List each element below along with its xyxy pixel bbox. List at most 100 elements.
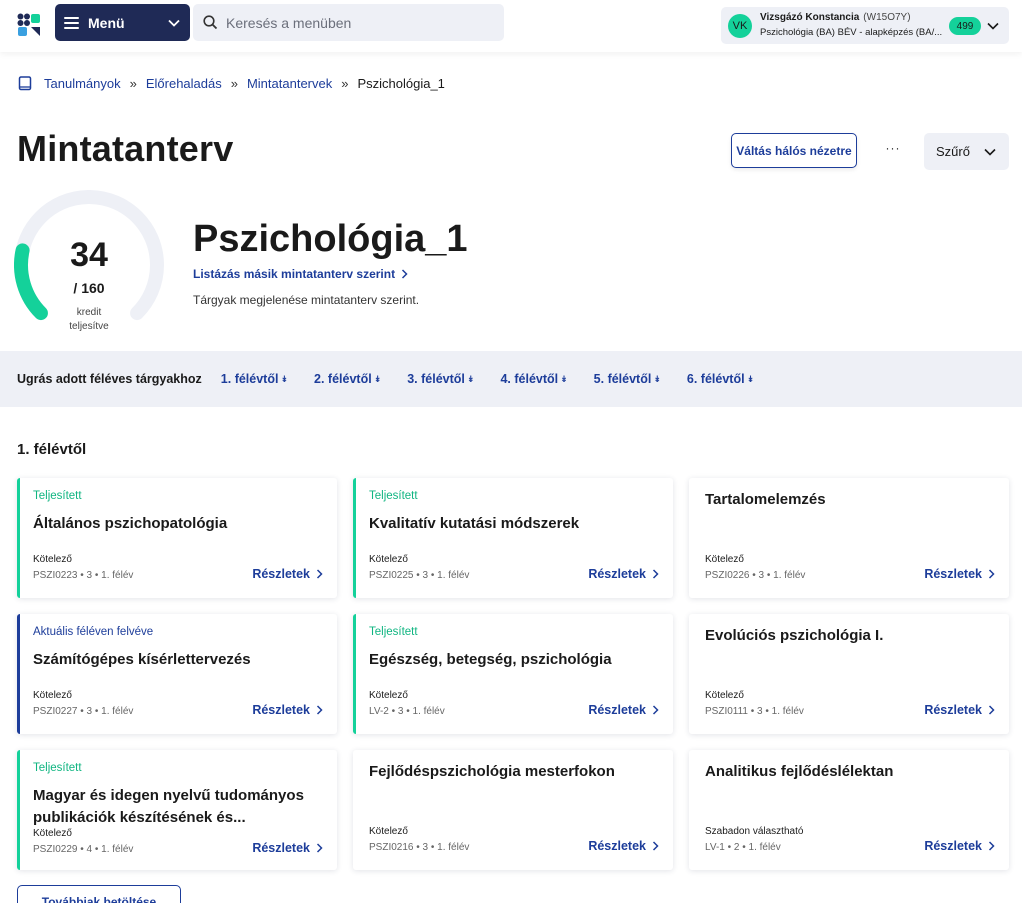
credit-caption: kredit — [76, 307, 102, 318]
chevron-right-icon — [402, 269, 408, 279]
course-meta: LV-2 • 3 • 1. félév — [369, 706, 445, 717]
details-label: Részletek — [924, 567, 982, 581]
jump-link-label: 6. félévtől — [686, 372, 745, 386]
course-meta: PSZI0227 • 3 • 1. félév — [33, 706, 134, 717]
details-link[interactable]: Részletek — [588, 703, 659, 717]
jump-link-semester-4[interactable]: 4. félévtől ↡ — [500, 372, 567, 386]
details-label: Részletek — [252, 703, 310, 717]
breadcrumb-current: Pszichológia_1 — [357, 76, 445, 91]
course-card[interactable]: Fejlődéspszichológia mesterfokon Kötelez… — [353, 750, 673, 870]
details-label: Részletek — [924, 703, 982, 717]
load-more-button[interactable]: Továbbiak betöltése — [17, 885, 181, 903]
breadcrumb-separator: » — [230, 76, 238, 91]
double-chevron-down-icon: ↡ — [560, 373, 568, 384]
grid-view-button[interactable]: Váltás hálós nézetre — [731, 133, 857, 168]
details-link[interactable]: Részletek — [924, 567, 995, 581]
switch-plan-link[interactable]: Listázás másik mintatanterv szerint — [193, 267, 408, 281]
details-link[interactable]: Részletek — [588, 839, 659, 853]
details-link[interactable]: Részletek — [252, 567, 323, 581]
credit-caption-status: teljesítve — [69, 321, 109, 332]
chevron-right-icon — [316, 569, 323, 579]
notification-badge[interactable]: 499 — [949, 17, 981, 35]
course-title: Analitikus fejlődéslélektan — [705, 763, 894, 780]
user-menu[interactable]: VK Vizsgázó Konstancia (W15O7Y) Pszicholó… — [721, 7, 1009, 44]
details-link[interactable]: Részletek — [252, 703, 323, 717]
course-title: Általános pszichopatológia — [33, 515, 228, 532]
breadcrumb: Tanulmányok » Előrehaladás » Mintatanter… — [18, 76, 445, 91]
double-chevron-down-icon: ↡ — [280, 373, 289, 384]
details-label: Részletek — [588, 567, 646, 581]
double-chevron-down-icon: ↡ — [466, 373, 475, 384]
menu-search[interactable] — [193, 4, 504, 41]
breadcrumb-link-elorehaladas[interactable]: Előrehaladás — [146, 76, 222, 91]
details-link[interactable]: Részletek — [924, 703, 995, 717]
breadcrumb-link-mintatantervek[interactable]: Mintatantervek — [247, 76, 332, 91]
jump-link-semester-6[interactable]: 6. félévtől ↡ — [687, 372, 754, 386]
breadcrumb-link-tanulmanyok[interactable]: Tanulmányok — [44, 76, 121, 91]
details-label: Részletek — [252, 567, 310, 581]
hamburger-icon — [64, 16, 79, 29]
jump-link-semester-3[interactable]: 3. félévtől ↡ — [407, 372, 474, 386]
course-title: Egészség, betegség, pszichológia — [369, 651, 612, 668]
chevron-right-icon — [316, 705, 323, 715]
jump-link-label: 1. félévtől — [220, 372, 279, 386]
chevron-right-icon — [988, 705, 995, 715]
course-status: Teljesített — [369, 626, 418, 638]
plan-title: Pszichológia_1 — [193, 218, 468, 260]
course-meta: PSZI0111 • 3 • 1. félév — [705, 706, 804, 717]
details-link[interactable]: Részletek — [252, 841, 323, 855]
more-options-button[interactable]: ··· — [880, 138, 906, 158]
details-link[interactable]: Részletek — [924, 839, 995, 853]
course-title: Evolúciós pszichológia I. — [705, 627, 884, 644]
course-meta: LV-1 • 2 • 1. félév — [705, 842, 781, 853]
course-card[interactable]: Aktuális féléven felvéve Számítógépes kí… — [17, 614, 337, 734]
breadcrumb-separator: » — [129, 76, 137, 91]
course-card[interactable]: Teljesített Magyar és idegen nyelvű tudo… — [17, 750, 337, 870]
chevron-right-icon — [988, 841, 995, 851]
details-label: Részletek — [588, 703, 646, 717]
user-name-line: Vizsgázó Konstancia (W15O7Y) — [760, 12, 911, 23]
search-input[interactable] — [226, 14, 486, 31]
user-name: Vizsgázó Konstancia — [760, 12, 860, 23]
chevron-down-icon[interactable] — [986, 19, 1000, 33]
course-card[interactable]: Analitikus fejlődéslélektan Szabadon vál… — [689, 750, 1009, 870]
course-card[interactable]: Teljesített Kvalitatív kutatási módszere… — [353, 478, 673, 598]
details-label: Részletek — [588, 839, 646, 853]
jump-link-semester-1[interactable]: 1. félévtől ↡ — [221, 372, 288, 386]
course-card[interactable]: Tartalomelemzés Kötelező PSZI0226 • 3 • … — [689, 478, 1009, 598]
switch-plan-label: Listázás másik mintatanterv szerint — [193, 267, 396, 281]
book-icon — [18, 76, 32, 91]
course-title: Magyar és idegen nyelvű tudományos publi… — [33, 787, 304, 826]
user-program: Pszichológia (BA) BÉV - alapképzés (BA/.… — [760, 27, 943, 38]
course-type: Kötelező — [33, 690, 72, 701]
chevron-down-icon — [168, 19, 180, 27]
app-logo-icon[interactable] — [17, 13, 43, 39]
details-link[interactable]: Részletek — [588, 567, 659, 581]
course-card[interactable]: Teljesített Általános pszichopatológia K… — [17, 478, 337, 598]
course-type: Szabadon választható — [705, 826, 804, 837]
avatar: VK — [728, 14, 752, 38]
course-meta: PSZI0223 • 3 • 1. félév — [33, 570, 134, 581]
menu-button[interactable]: Menü — [55, 4, 190, 41]
course-status: Aktuális féléven felvéve — [33, 626, 154, 638]
search-icon — [203, 15, 218, 30]
course-card[interactable]: Teljesített Egészség, betegség, pszichol… — [353, 614, 673, 734]
course-type: Kötelező — [369, 826, 408, 837]
course-type: Kötelező — [705, 554, 744, 565]
course-status: Teljesített — [33, 762, 82, 774]
credit-value: 34 — [70, 236, 108, 274]
jump-link-semester-5[interactable]: 5. félévtől ↡ — [594, 372, 661, 386]
filter-button[interactable]: Szűrő — [924, 133, 1009, 170]
details-label: Részletek — [924, 839, 982, 853]
jump-link-label: 2. félévtől — [314, 372, 372, 386]
course-meta: PSZI0216 • 3 • 1. félév — [369, 842, 470, 853]
section-title: 1. félévtől — [17, 441, 87, 458]
course-title: Számítógépes kísérlettervezés — [33, 651, 251, 668]
jump-link-semester-2[interactable]: 2. félévtől ↡ — [314, 372, 381, 386]
semester-jump-bar: Ugrás adott féléves tárgyakhoz 1. félévt… — [0, 351, 1022, 407]
course-card[interactable]: Evolúciós pszichológia I. Kötelező PSZI0… — [689, 614, 1009, 734]
course-type: Kötelező — [369, 554, 408, 565]
top-bar: Menü VK Vizsgázó Konstancia(W15O7Y) Pszi… — [0, 0, 1022, 52]
chevron-right-icon — [316, 843, 323, 853]
course-meta: PSZI0226 • 3 • 1. félév — [705, 570, 806, 581]
